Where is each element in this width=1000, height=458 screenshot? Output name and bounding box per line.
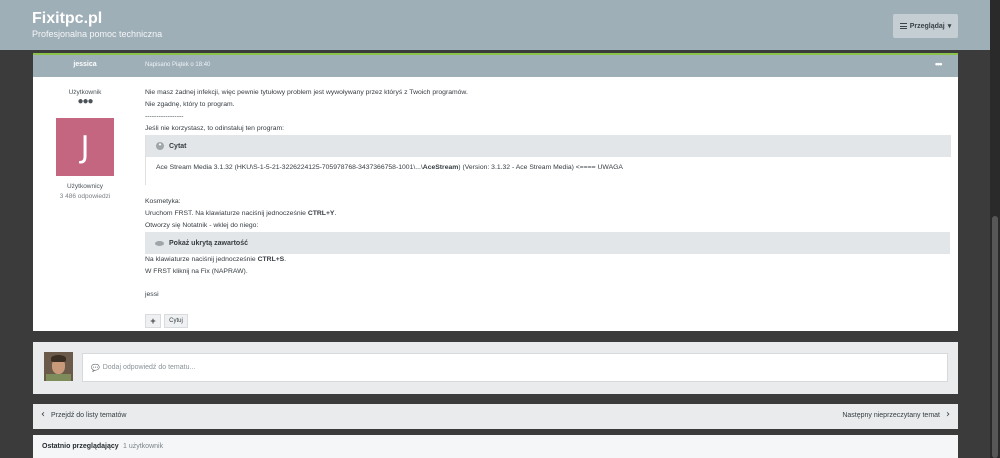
post-line: Nie zgadnę, który to program. [145, 101, 235, 108]
post-line: Kosmetyka: [145, 198, 181, 205]
list-icon [899, 22, 907, 30]
user-avatar[interactable] [44, 352, 73, 381]
back-label: Przejdź do listy tematów [51, 411, 127, 419]
reply-placeholder: Dodaj odpowiedź do tematu... [102, 364, 196, 371]
browse-button[interactable]: Przeglądaj ▾ [893, 14, 958, 38]
topic-navigation: ‹ Przejdź do listy tematów Następny niep… [33, 404, 958, 429]
recent-viewers-title: Ostatnio przeglądający [42, 443, 119, 450]
post-header: jessica Napisano Piątek o 18:40 ••• [33, 55, 958, 77]
browse-label: Przeglądaj [909, 22, 945, 30]
author-group: Użytkownicy [66, 183, 104, 190]
caret-down-icon: ▾ [947, 23, 952, 30]
post-count: 3 486 odpowiedzi [59, 193, 111, 200]
post-line: Uruchom FRST. Na klawiaturze naciśnij je… [145, 210, 337, 217]
comment-icon: 💬 [91, 364, 100, 372]
next-unread-link[interactable]: Następny nieprzeczytany temat › [842, 409, 950, 420]
back-to-topics-link[interactable]: ‹ Przejdź do listy tematów [41, 409, 127, 420]
post-line: ----------------- [145, 113, 184, 120]
reply-input[interactable]: 💬 Dodaj odpowiedź do tematu... [82, 353, 948, 382]
quote-label: Cytat [169, 142, 187, 150]
quote-text: Ace Stream Media 3.1.32 (HKU\S-1-5-21-32… [156, 164, 623, 171]
post-line: Jeśli nie korzystasz, to odinstaluj ten … [145, 125, 285, 132]
quote-icon: ❝ [156, 142, 164, 150]
next-label: Następny nieprzeczytany temat [842, 411, 940, 419]
spoiler-label: Pokaż ukrytą zawartość [169, 239, 248, 247]
post-date[interactable]: Napisano Piątek o 18:40 [145, 62, 210, 68]
chevron-right-icon: › [946, 409, 950, 420]
eye-icon [155, 240, 164, 246]
rank-pips: ●●● [77, 96, 93, 107]
forum-post: jessica Napisano Piątek o 18:40 ••• Użyt… [33, 53, 958, 331]
spoiler-toggle[interactable]: Pokaż ukrytą zawartość [145, 232, 950, 254]
reply-box: 💬 Dodaj odpowiedź do tematu... [33, 342, 958, 394]
post-line: Nie masz żadnej infekcji, więc pewnie ty… [145, 89, 468, 96]
author-role: Użytkownik [68, 89, 102, 96]
quote-button[interactable]: Cytuj [164, 314, 188, 328]
site-title[interactable]: Fixitpc.pl [32, 10, 102, 28]
multiquote-add-button[interactable]: + [145, 314, 161, 328]
quote-header: ❝ Cytat [146, 135, 951, 157]
recent-viewers: Ostatnio przeglądający 1 użytkownik [33, 435, 958, 458]
site-header: Fixitpc.pl Profesjonalna pomoc techniczn… [0, 0, 990, 50]
quote-block: ❝ Cytat Ace Stream Media 3.1.32 (HKU\S-1… [145, 135, 951, 185]
author-name[interactable]: jessica [33, 61, 137, 68]
post-line: W FRST kliknij na Fix (NAPRAW). [145, 268, 248, 275]
post-line: Na klawiaturze naciśnij jednocześnie CTR… [145, 256, 287, 263]
scrollbar-thumb[interactable] [992, 216, 998, 458]
post-menu-icon[interactable]: ••• [935, 59, 943, 69]
post-signature: jessi [145, 291, 159, 298]
recent-viewers-count: 1 użytkownik [123, 443, 164, 450]
post-line: Otworzy się Notatnik - wklej do niego: [145, 222, 259, 229]
site-subtitle: Profesjonalna pomoc techniczna [32, 29, 163, 39]
avatar[interactable]: J [56, 118, 114, 176]
chevron-left-icon: ‹ [41, 409, 45, 420]
